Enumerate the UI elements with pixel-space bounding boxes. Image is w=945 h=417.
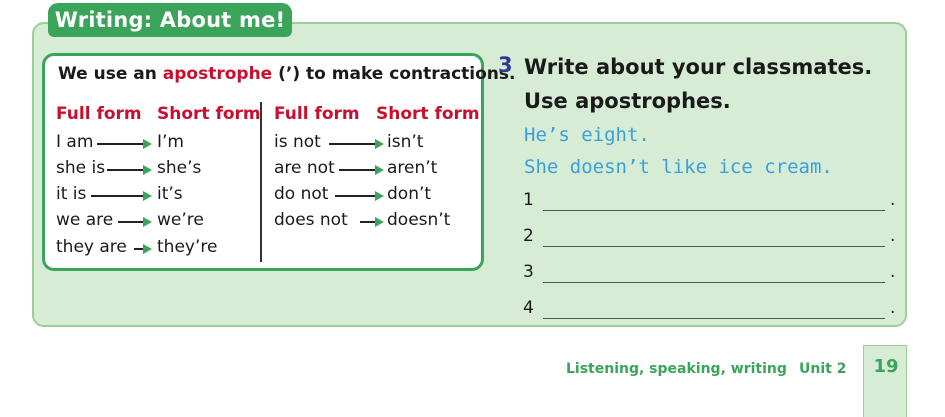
example-sentence-1: He’s eight. [524, 124, 650, 146]
answer-line-4[interactable] [543, 318, 885, 319]
arrow-icon [360, 217, 384, 227]
left-full-1: I am [56, 132, 94, 152]
rule-suffix: (’) to make contractions. [272, 64, 516, 84]
arrow-icon [97, 139, 152, 149]
left-short-5: they’re [157, 237, 218, 257]
left-short-4: we’re [157, 210, 204, 230]
apostrophe-rule-box: We use an apostrophe (’) to make contrac… [42, 53, 515, 271]
footer-unit: Unit 2 [799, 361, 847, 377]
exercise-instruction: Write about your classmates. Use apostro… [524, 55, 873, 113]
rule-prefix: We use an [58, 64, 163, 84]
right-short-form-header: Short form [376, 104, 480, 124]
right-full-form-header: Full form [274, 104, 360, 124]
right-full-2: are not [274, 158, 335, 178]
rule-statement: We use an apostrophe (’) to make contrac… [58, 64, 515, 84]
arrow-icon [335, 191, 384, 201]
arrow-icon [329, 139, 384, 149]
left-full-form-header: Full form [56, 104, 142, 124]
answer-line-number: 2 [523, 226, 534, 246]
column-divider [260, 102, 262, 262]
arrow-icon [339, 165, 384, 175]
left-short-1: I’m [157, 132, 184, 152]
left-full-2: she is [56, 158, 106, 178]
arrow-icon [118, 217, 152, 227]
answer-line-period: . [890, 262, 896, 282]
arrow-icon [91, 191, 152, 201]
left-full-4: we are [56, 210, 114, 230]
answer-line-number: 1 [523, 190, 534, 210]
answer-line-period: . [890, 226, 896, 246]
answer-line-period: . [890, 190, 896, 210]
answer-line-number: 3 [523, 262, 534, 282]
right-full-1: is not [274, 132, 321, 152]
answer-line-number: 4 [523, 298, 534, 318]
right-short-1: isn’t [387, 132, 424, 152]
left-full-5: they are [56, 237, 127, 257]
left-full-3: it is [56, 184, 87, 204]
answer-line-2[interactable] [543, 246, 885, 247]
right-short-3: don’t [387, 184, 432, 204]
rule-highlight: apostrophe [162, 64, 273, 84]
arrow-icon [107, 165, 152, 175]
left-short-2: she’s [157, 158, 202, 178]
exercise-number: 3 [498, 53, 513, 77]
right-full-3: do not [274, 184, 329, 204]
right-full-4: does not [274, 210, 348, 230]
arrow-icon [134, 244, 152, 254]
page-number-tab: 19 [863, 345, 907, 417]
page-number: 19 [873, 356, 899, 377]
right-short-2: aren’t [387, 158, 438, 178]
footer-section: Listening, speaking, writing [566, 361, 787, 377]
section-title: Writing: About me! [48, 3, 292, 37]
example-sentence-2: She doesn’t like ice cream. [524, 156, 833, 178]
answer-line-1[interactable] [543, 210, 885, 211]
right-short-4: doesn’t [387, 210, 451, 230]
answer-line-period: . [890, 298, 896, 318]
answer-line-3[interactable] [543, 282, 885, 283]
left-short-form-header: Short form [157, 104, 261, 124]
left-short-3: it’s [157, 184, 183, 204]
